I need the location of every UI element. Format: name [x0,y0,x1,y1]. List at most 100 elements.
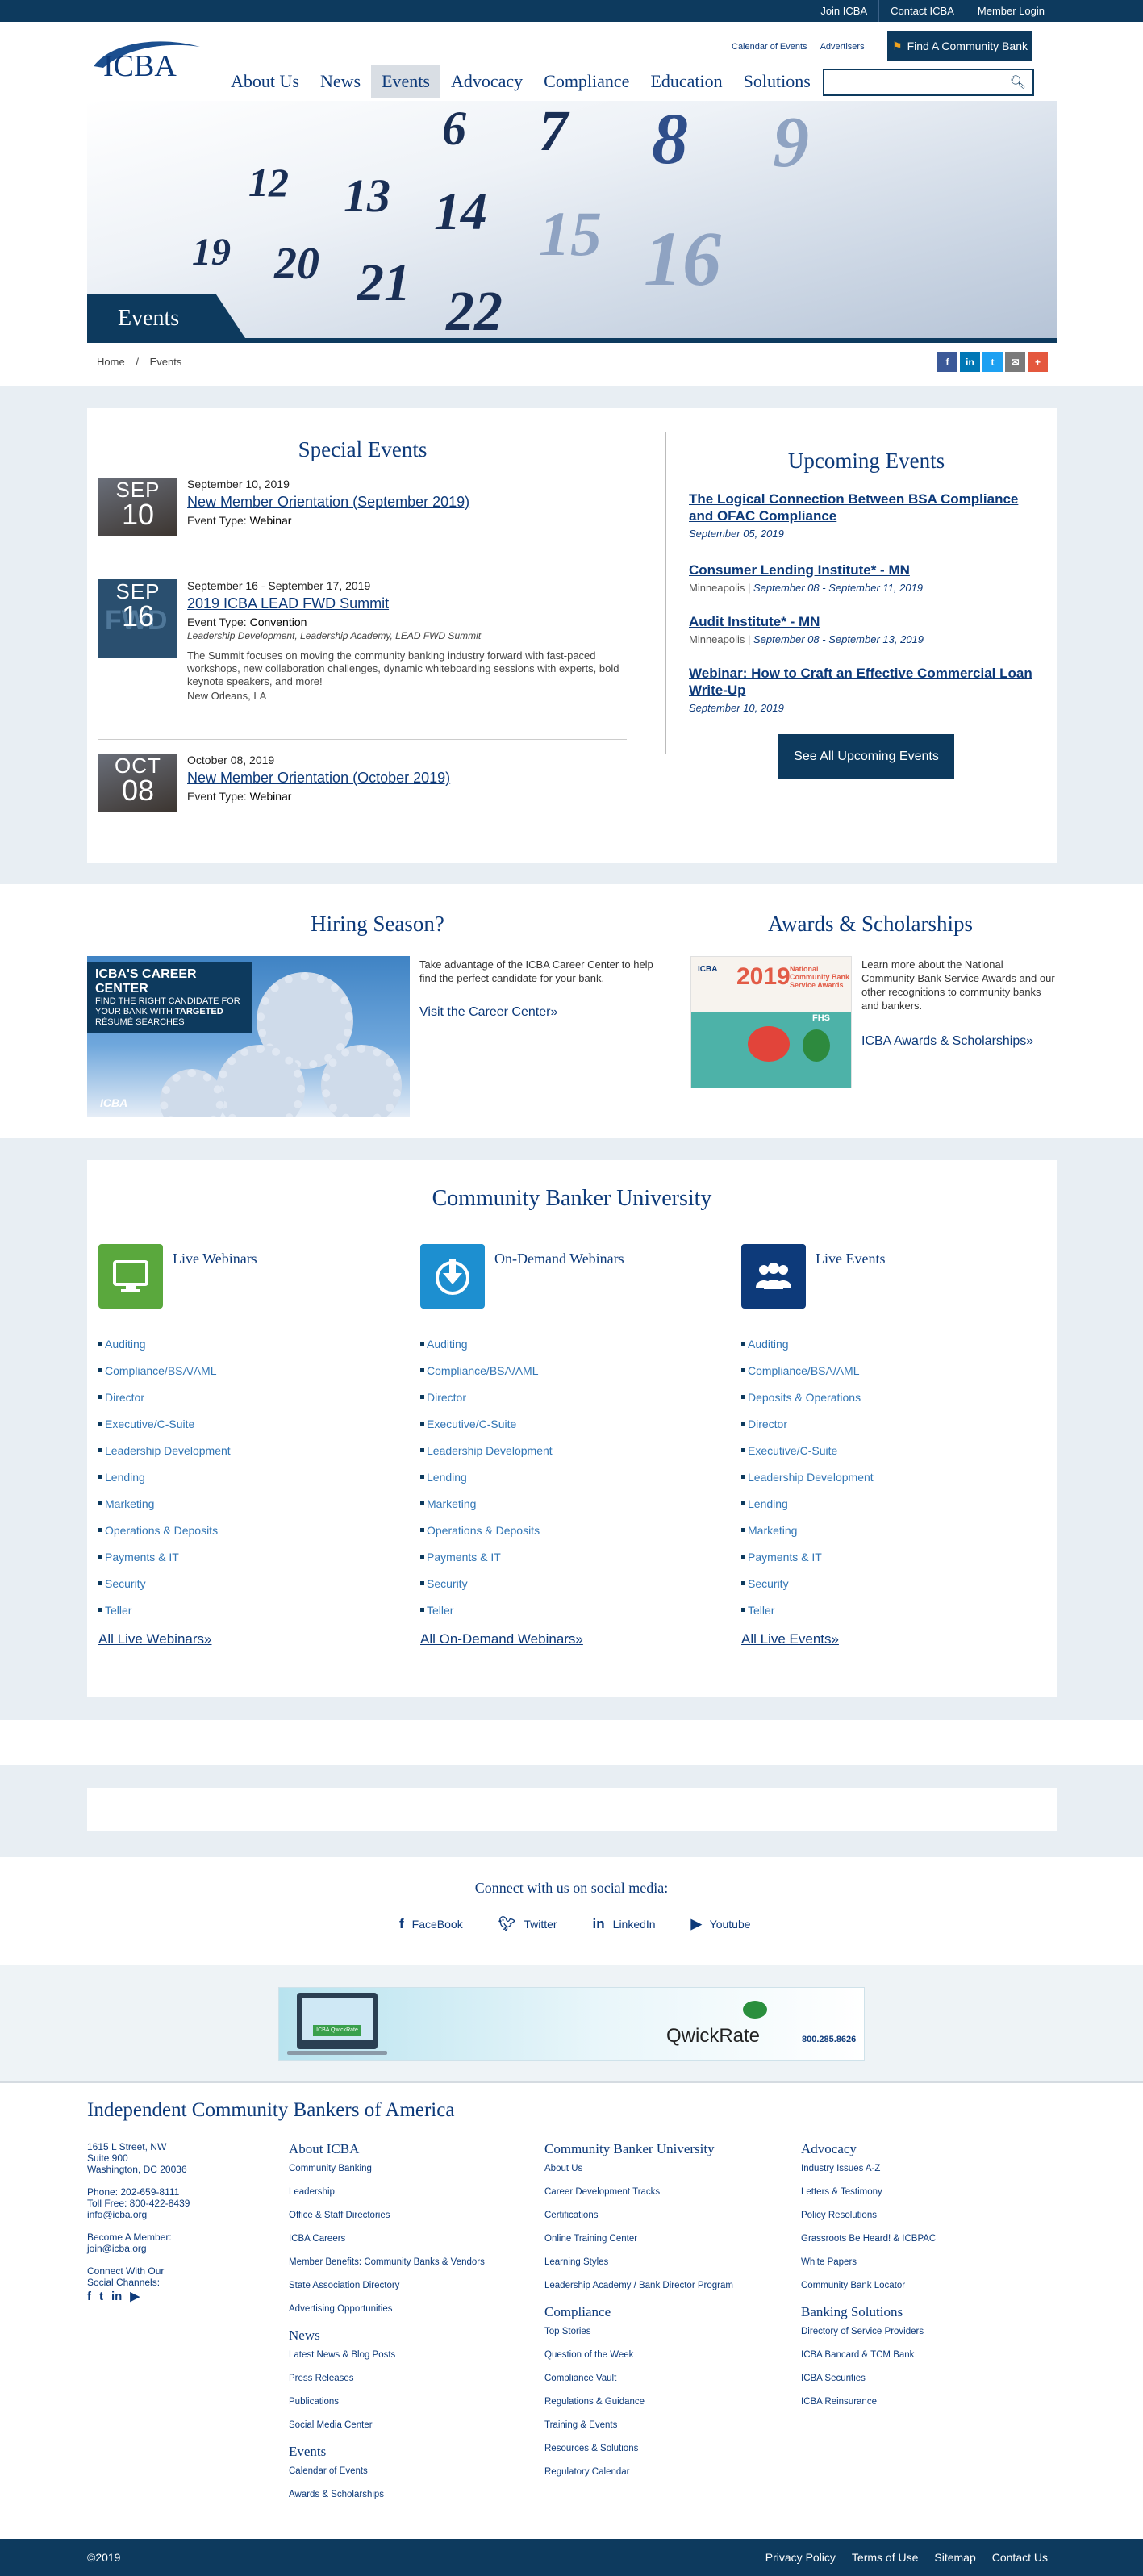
facebook-link[interactable]: f FaceBook [399,1916,463,1932]
service-awards-ad[interactable]: ICBA 2019 National Community Bank Servic… [690,956,852,1088]
nav-item-news[interactable]: News [310,65,371,98]
email-link[interactable]: info@icba.org [87,2209,190,2220]
all-live-webinars-link[interactable]: All Live Webinars» [98,1631,211,1647]
topic-link[interactable]: Lending [98,1469,231,1496]
topic-link[interactable]: Security [98,1576,231,1602]
facebook-share-icon[interactable]: f [937,352,957,372]
linkedin-link[interactable]: in LinkedIn [593,1916,656,1932]
footer-link[interactable]: Office & Staff Directories [289,2211,531,2234]
footer-heading[interactable]: Banking Solutions [801,2304,1043,2320]
topic-link[interactable]: Security [420,1576,553,1602]
footer-heading[interactable]: Compliance [544,2304,786,2320]
download-icon[interactable] [420,1244,485,1309]
footer-link[interactable]: Resources & Solutions [544,2444,786,2467]
topic-link[interactable]: Leadership Development [741,1469,874,1496]
footer-link[interactable]: Leadership [289,2187,531,2211]
footer-link[interactable]: ICBA Reinsurance [801,2397,1043,2420]
topic-link[interactable]: Marketing [741,1522,874,1549]
event-title-link[interactable]: 2019 ICBA LEAD FWD Summit [187,595,627,612]
search-input[interactable]: 🔍︎ [823,69,1034,96]
linkedin-icon[interactable]: in [111,2290,122,2303]
footer-link[interactable]: Letters & Testimony [801,2187,1043,2211]
footer-link[interactable]: Certifications [544,2211,786,2234]
upcoming-event-title-link[interactable]: The Logical Connection Between BSA Compl… [689,491,1044,524]
upcoming-event-title-link[interactable]: Audit Institute* - MN [689,613,1044,630]
footer-heading[interactable]: Community Banker University [544,2141,786,2157]
topic-link[interactable]: Deposits & Operations [741,1389,874,1416]
footer-link[interactable]: Industry Issues A-Z [801,2164,1043,2187]
nav-item-about-us[interactable]: About Us [220,65,310,98]
topic-link[interactable]: Payments & IT [420,1549,553,1576]
topic-link[interactable]: Marketing [98,1496,231,1522]
topic-link[interactable]: Director [420,1389,553,1416]
member-login-link[interactable]: Member Login [965,0,1056,22]
calendar-of-events-link[interactable]: Calendar of Events [725,42,814,52]
footer-link[interactable]: Learning Styles [544,2257,786,2281]
footer-link[interactable]: Calendar of Events [289,2466,531,2490]
people-icon[interactable] [741,1244,806,1309]
footer-link[interactable]: Grassroots Be Heard! & ICBPAC [801,2234,1043,2257]
topic-link[interactable]: Compliance/BSA/AML [98,1363,231,1389]
footer-link[interactable]: Community Banking [289,2164,531,2187]
footer-heading[interactable]: About ICBA [289,2141,531,2157]
topic-link[interactable]: Lending [420,1469,553,1496]
nav-item-solutions[interactable]: Solutions [733,65,821,98]
footer-link[interactable]: White Papers [801,2257,1043,2281]
footer-link[interactable]: Compliance Vault [544,2374,786,2397]
footer-link[interactable]: About Us [544,2164,786,2187]
contact-us-link[interactable]: Contact Us [984,2551,1056,2564]
qwickrate-ad[interactable]: ICBA QwickRate QwickRate 800.285.8626 [278,1987,865,2061]
footer-link[interactable]: Community Bank Locator [801,2281,1043,2304]
terms-of-use-link[interactable]: Terms of Use [844,2551,926,2564]
footer-link[interactable]: State Association Directory [289,2281,531,2304]
footer-link[interactable]: Awards & Scholarships [289,2490,531,2513]
footer-link[interactable]: Policy Resolutions [801,2211,1043,2234]
nav-item-compliance[interactable]: Compliance [533,65,640,98]
nav-item-events[interactable]: Events [371,65,440,98]
join-email-link[interactable]: join@icba.org [87,2243,190,2254]
nav-item-education[interactable]: Education [640,65,732,98]
footer-heading[interactable]: Advocacy [801,2141,1043,2157]
upcoming-event-title-link[interactable]: Consumer Lending Institute* - MN [689,562,1044,578]
footer-link[interactable]: Social Media Center [289,2420,531,2444]
breadcrumb-home[interactable]: Home [97,356,125,368]
footer-link[interactable]: Latest News & Blog Posts [289,2350,531,2374]
footer-link[interactable]: ICBA Securities [801,2374,1043,2397]
facebook-icon[interactable]: f [87,2290,91,2303]
topic-link[interactable]: Director [741,1416,874,1442]
footer-link[interactable]: ICBA Careers [289,2234,531,2257]
topic-link[interactable]: Director [98,1389,231,1416]
all-on-demand-webinars-link[interactable]: All On-Demand Webinars» [420,1631,583,1647]
visit-career-center-link[interactable]: Visit the Career Center» [419,1005,557,1020]
topic-link[interactable]: Executive/C-Suite [98,1416,231,1442]
footer-heading[interactable]: Events [289,2444,531,2460]
topic-link[interactable]: Lending [741,1496,874,1522]
icba-logo[interactable]: ICBA [87,35,205,83]
twitter-icon[interactable]: t [99,2290,103,2303]
footer-link[interactable]: Regulations & Guidance [544,2397,786,2420]
footer-link[interactable]: Publications [289,2397,531,2420]
event-thumbnail[interactable]: SEP 10 [98,478,177,536]
youtube-link[interactable]: ▶ Youtube [691,1916,751,1932]
sitemap-link[interactable]: Sitemap [926,2551,983,2564]
footer-link[interactable]: ICBA Bancard & TCM Bank [801,2350,1043,2374]
linkedin-share-icon[interactable]: in [960,352,980,372]
footer-link[interactable]: Advertising Opportunities [289,2304,531,2328]
footer-link[interactable]: Top Stories [544,2327,786,2350]
topic-link[interactable]: Security [741,1576,874,1602]
find-community-bank-button[interactable]: ⚑ Find A Community Bank [887,31,1032,61]
upcoming-event-title-link[interactable]: Webinar: How to Craft an Effective Comme… [689,665,1044,699]
privacy-policy-link[interactable]: Privacy Policy [757,2551,844,2564]
topic-link[interactable]: Auditing [98,1336,231,1363]
topic-link[interactable]: Operations & Deposits [420,1522,553,1549]
topic-link[interactable]: Leadership Development [420,1442,553,1469]
topic-link[interactable]: Executive/C-Suite [741,1442,874,1469]
topic-link[interactable]: Payments & IT [98,1549,231,1576]
topic-link[interactable]: Teller [98,1602,231,1629]
more-share-icon[interactable]: + [1028,352,1048,372]
topic-link[interactable]: Auditing [420,1336,553,1363]
topic-link[interactable]: Operations & Deposits [98,1522,231,1549]
twitter-link[interactable]: 🐦︎ Twitter [498,1916,557,1932]
event-title-link[interactable]: New Member Orientation (September 2019) [187,494,627,511]
monitor-icon[interactable] [98,1244,163,1309]
